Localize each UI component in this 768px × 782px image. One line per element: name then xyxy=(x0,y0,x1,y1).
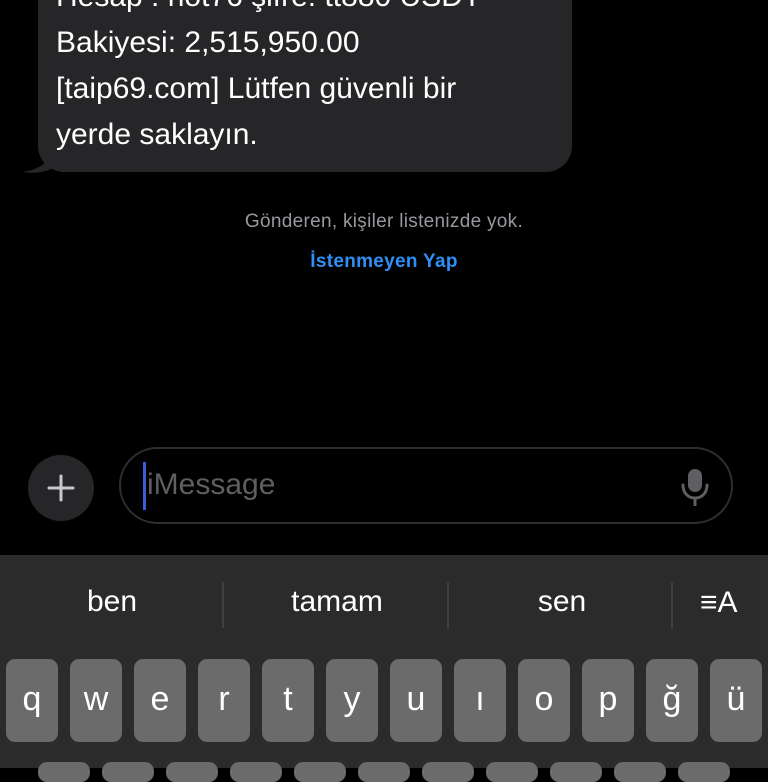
key-o[interactable]: o xyxy=(518,659,570,742)
text-format-icon[interactable]: ≡A xyxy=(700,586,738,620)
key-row2-partial[interactable] xyxy=(38,762,90,782)
message-text: Hesap : not76 şifre: tt880 USDT Bakiyesi… xyxy=(56,0,556,158)
suggestion-tamam[interactable]: tamam xyxy=(262,585,412,619)
key-row2-partial[interactable] xyxy=(422,762,474,782)
key-w[interactable]: w xyxy=(70,659,122,742)
microphone-icon[interactable] xyxy=(680,468,710,506)
suggestion-divider xyxy=(671,582,673,628)
message-line: Hesap : not76 şifre: tt880 USDT xyxy=(56,0,556,20)
unknown-sender-notice: Gönderen, kişiler listenizde yok. xyxy=(244,211,524,232)
suggestion-divider xyxy=(222,582,224,628)
key-e[interactable]: e xyxy=(134,659,186,742)
bubble-tail xyxy=(22,146,56,173)
key-row2-partial[interactable] xyxy=(102,762,154,782)
key-row2-partial[interactable] xyxy=(614,762,666,782)
plus-icon xyxy=(47,474,75,502)
message-line: [taip69.com] Lütfen güvenli bir xyxy=(56,72,457,105)
key-dotless-i[interactable]: ı xyxy=(454,659,506,742)
key-p[interactable]: p xyxy=(582,659,634,742)
message-line: Bakiyesi: 2,515,950.00 xyxy=(56,26,360,59)
key-row2-partial[interactable] xyxy=(294,762,346,782)
suggestion-ben[interactable]: ben xyxy=(62,585,162,619)
key-row2-partial[interactable] xyxy=(550,762,602,782)
key-row2-partial[interactable] xyxy=(486,762,538,782)
add-attachment-button[interactable] xyxy=(28,455,94,521)
key-r[interactable]: r xyxy=(198,659,250,742)
key-row2-partial[interactable] xyxy=(166,762,218,782)
key-row2-partial[interactable] xyxy=(358,762,410,782)
key-row2-partial[interactable] xyxy=(230,762,282,782)
key-u[interactable]: u xyxy=(390,659,442,742)
suggestion-divider xyxy=(447,582,449,628)
key-y[interactable]: y xyxy=(326,659,378,742)
key-t[interactable]: t xyxy=(262,659,314,742)
key-u-umlaut[interactable]: ü xyxy=(710,659,762,742)
suggestion-sen[interactable]: sen xyxy=(512,585,612,619)
key-row2-partial[interactable] xyxy=(678,762,730,782)
report-junk-link[interactable]: İstenmeyen Yap xyxy=(0,251,768,273)
key-q[interactable]: q xyxy=(6,659,58,742)
imessage-placeholder: iMessage xyxy=(147,468,276,501)
text-cursor xyxy=(143,462,146,510)
key-g-breve[interactable]: ğ xyxy=(646,659,698,742)
message-line: yerde saklayın. xyxy=(56,118,258,151)
